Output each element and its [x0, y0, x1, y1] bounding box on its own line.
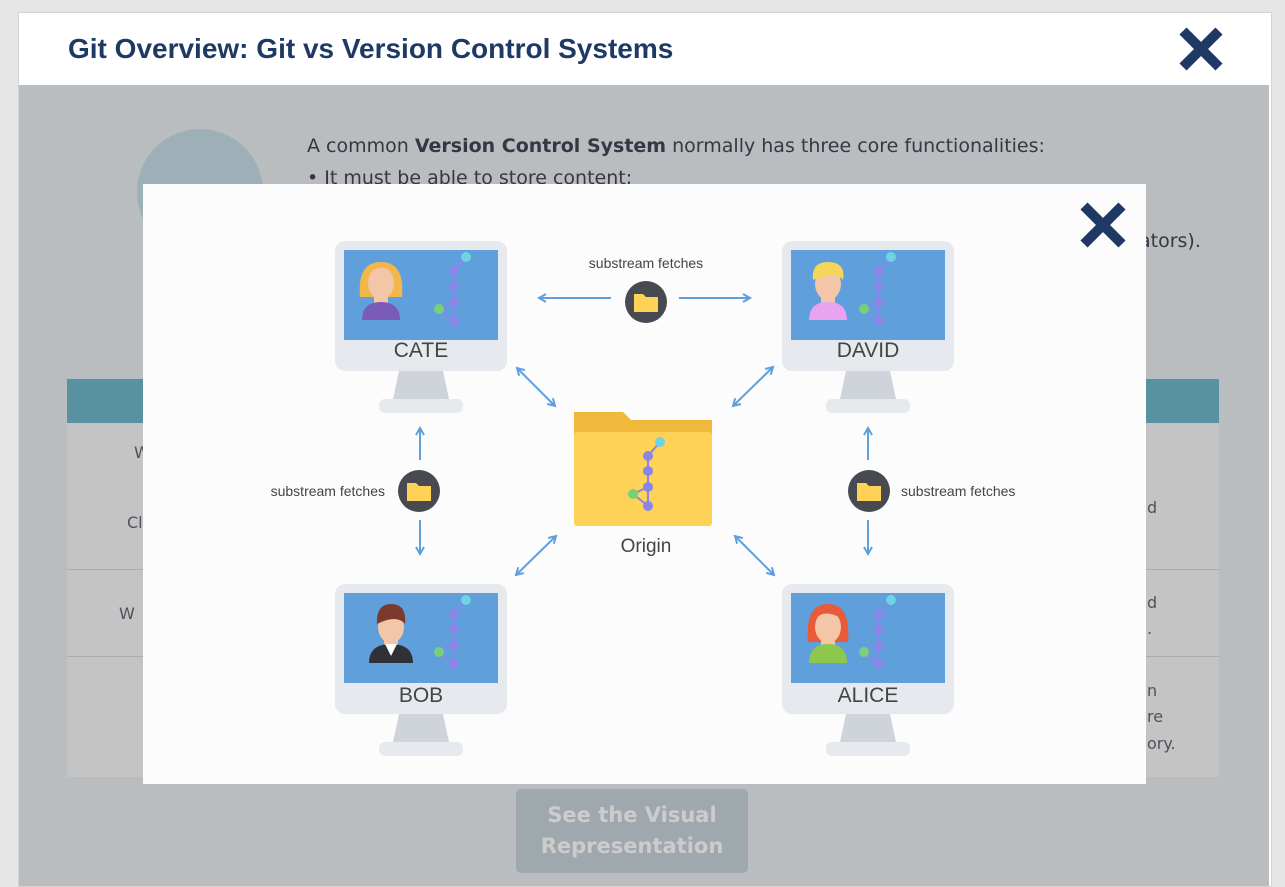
sync-arrow	[733, 367, 773, 406]
fetch-folder-icon	[398, 470, 440, 512]
visual-representation-modal: CATE DAVID BOB ALICE Origin substream fe…	[143, 184, 1146, 784]
folder-icon	[574, 412, 712, 526]
sync-arrow	[517, 368, 555, 406]
user-node-david: DAVID	[782, 241, 954, 413]
person-avatar-icon	[807, 604, 849, 663]
node-label: Origin	[621, 536, 672, 557]
node-label: DAVID	[837, 339, 900, 362]
title-bar: Git Overview: Git vs Version Control Sys…	[19, 13, 1269, 85]
node-label: ALICE	[838, 684, 899, 707]
sync-arrow	[516, 536, 556, 575]
node-label: CATE	[394, 339, 448, 362]
origin-repository: Origin	[574, 412, 712, 557]
dialog-title: Git Overview: Git vs Version Control Sys…	[68, 33, 674, 64]
user-node-cate: CATE	[335, 241, 507, 413]
sync-arrow	[735, 536, 774, 575]
user-node-alice: ALICE	[782, 584, 954, 756]
person-avatar-icon	[359, 262, 403, 320]
edge-label: substream fetches	[271, 483, 385, 499]
close-icon[interactable]	[1077, 199, 1129, 251]
fetch-folder-icon	[848, 470, 890, 512]
user-node-bob: BOB	[335, 584, 507, 756]
close-icon[interactable]	[1177, 25, 1225, 73]
fetch-folder-icon	[625, 281, 667, 323]
edge-label: substream fetches	[901, 483, 1015, 499]
edge-label: substream fetches	[589, 255, 703, 271]
node-label: BOB	[399, 684, 443, 707]
git-distribution-diagram: CATE DAVID BOB ALICE Origin substream fe…	[271, 241, 1015, 756]
